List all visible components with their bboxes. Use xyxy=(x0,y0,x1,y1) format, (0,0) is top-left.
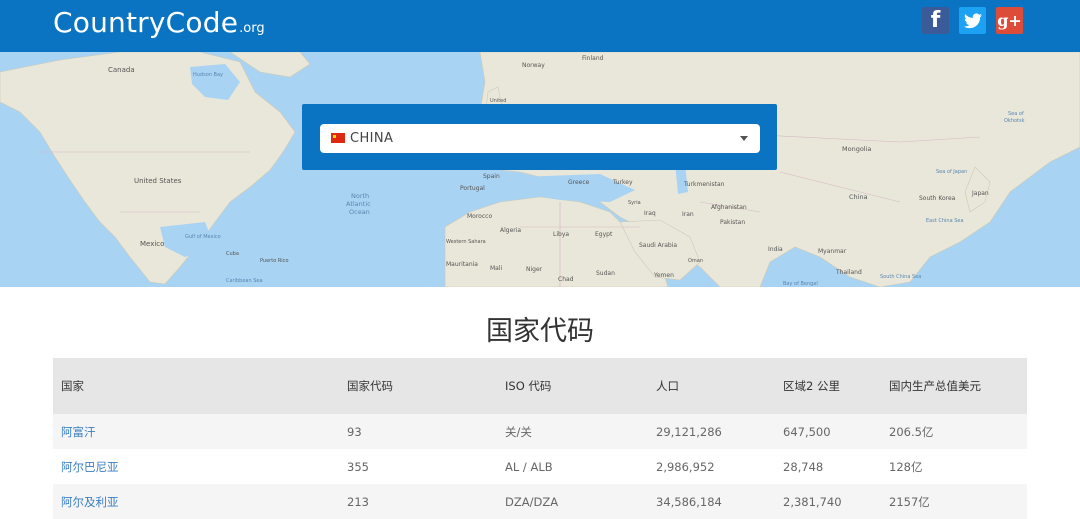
logo-suffix: .org xyxy=(239,21,265,36)
map-label-sea-of-okhotsk-2: Okhotsk xyxy=(1004,118,1025,124)
map-label-chad: Chad xyxy=(558,276,574,283)
map-label-algeria: Algeria xyxy=(500,227,521,234)
map-label-india: India xyxy=(768,246,783,253)
logo-text: CountryCode xyxy=(53,6,239,39)
country-link[interactable]: 阿尔巴尼亚 xyxy=(61,459,119,475)
map-label-myanmar: Myanmar xyxy=(818,248,847,255)
map-label-turkmenistan: Turkmenistan xyxy=(683,181,725,188)
map-label-north-atlantic-3: Ocean xyxy=(349,208,370,216)
map-label-turkey: Turkey xyxy=(612,179,633,186)
map-label-afghanistan: Afghanistan xyxy=(711,204,747,211)
population-cell: 2,986,952 xyxy=(656,459,715,474)
map-label-south-korea: South Korea xyxy=(919,195,956,202)
map-label-sea-of-japan: Sea of Japan xyxy=(936,169,967,175)
gdp-cell: 128亿 xyxy=(889,459,923,474)
country-code-cell: 213 xyxy=(347,494,369,509)
country-code-table: 国家 国家代码 ISO 代码 人口 区域2 公里 国内生产总值美元 阿富汗 93… xyxy=(53,358,1027,519)
map-label-north-atlantic-1: North xyxy=(351,192,369,200)
iso-code-cell: AL / ALB xyxy=(505,459,553,474)
table-row: 阿富汗 93 关/关 29,121,286 647,500 206.5亿 xyxy=(53,414,1027,449)
map-label-norway: Norway xyxy=(522,62,545,69)
north-america-land xyxy=(0,52,296,285)
country-select[interactable]: CHINA xyxy=(320,124,760,153)
iso-code-cell: DZA/DZA xyxy=(505,494,559,509)
twitter-icon[interactable] xyxy=(959,7,986,34)
map-label-yemen: Yemen xyxy=(653,272,674,279)
column-header-area[interactable]: 区域2 公里 xyxy=(783,378,840,394)
page-title: 国家代码 xyxy=(486,316,594,347)
map-label-pakistan: Pakistan xyxy=(720,219,745,226)
column-header-country-code[interactable]: 国家代码 xyxy=(347,378,393,394)
google-plus-icon[interactable]: g+ xyxy=(996,7,1023,34)
population-cell: 29,121,286 xyxy=(656,424,722,439)
map-label-oman: Oman xyxy=(688,258,703,264)
country-code-cell: 93 xyxy=(347,424,362,439)
map-label-greece: Greece xyxy=(568,179,590,186)
area-cell: 2,381,740 xyxy=(783,494,842,509)
map-label-iran: Iran xyxy=(682,211,694,218)
map-label-thailand: Thailand xyxy=(835,269,862,276)
column-header-gdp[interactable]: 国内生产总值美元 xyxy=(889,378,981,394)
map-label-sea-of-okhotsk-1: Sea of xyxy=(1008,111,1024,117)
column-header-iso-code[interactable]: ISO 代码 xyxy=(505,378,551,394)
gdp-cell: 2157亿 xyxy=(889,494,930,509)
area-cell: 28,748 xyxy=(783,459,824,474)
column-header-population[interactable]: 人口 xyxy=(656,378,679,394)
map-label-niger: Niger xyxy=(526,266,543,273)
map-label-iraq: Iraq xyxy=(644,210,656,217)
column-header-country[interactable]: 国家 xyxy=(61,378,84,394)
facebook-icon[interactable]: f xyxy=(922,7,949,34)
map-label-saudi-arabia: Saudi Arabia xyxy=(639,242,677,249)
map-label-north-atlantic-2: Atlantic xyxy=(346,200,371,208)
map-label-united-states: United States xyxy=(134,177,182,185)
map-label-china: China xyxy=(849,193,868,201)
country-link[interactable]: 阿富汗 xyxy=(61,424,96,440)
map-label-syria: Syria xyxy=(628,200,641,206)
map-label-gulf-of-mexico: Gulf of Mexico xyxy=(185,234,221,240)
map-label-portugal: Portugal xyxy=(460,185,485,192)
chevron-down-icon[interactable] xyxy=(740,136,748,141)
map-label-south-china-sea: South China Sea xyxy=(880,274,921,280)
map-label-hudson-bay: Hudson Bay xyxy=(193,72,223,78)
country-search-panel: CHINA xyxy=(302,104,777,170)
map-label-east-china-sea: East China Sea xyxy=(926,218,964,224)
population-cell: 34,586,184 xyxy=(656,494,722,509)
table-header-row: 国家 国家代码 ISO 代码 人口 区域2 公里 国内生产总值美元 xyxy=(53,358,1027,414)
china-flag-icon xyxy=(331,133,345,143)
site-logo[interactable]: CountryCode.org xyxy=(53,6,265,39)
gdp-cell: 206.5亿 xyxy=(889,424,934,439)
iso-code-cell: 关/关 xyxy=(505,424,532,439)
map-label-caribbean-sea: Caribbean Sea xyxy=(226,278,263,284)
map-label-canada: Canada xyxy=(108,66,135,74)
table-row: 阿尔巴尼亚 355 AL / ALB 2,986,952 28,748 128亿 xyxy=(53,449,1027,484)
area-cell: 647,500 xyxy=(783,424,831,439)
map-label-sudan: Sudan xyxy=(596,270,615,277)
map-label-mongolia: Mongolia xyxy=(842,145,871,153)
map-label-egypt: Egypt xyxy=(595,231,613,238)
map-label-mauritania: Mauritania xyxy=(446,261,478,268)
map-label-mexico: Mexico xyxy=(140,240,164,248)
table-row: 阿尔及利亚 213 DZA/DZA 34,586,184 2,381,740 2… xyxy=(53,484,1027,519)
country-code-cell: 355 xyxy=(347,459,369,474)
map-label-morocco: Morocco xyxy=(467,213,492,220)
map-label-libya: Libya xyxy=(553,231,569,238)
selected-country: CHINA xyxy=(350,131,394,146)
map-label-cuba: Cuba xyxy=(226,251,239,257)
country-link[interactable]: 阿尔及利亚 xyxy=(61,494,119,510)
map-label-puerto-rico: Puerto Rico xyxy=(260,258,289,264)
map-label-japan: Japan xyxy=(971,190,989,197)
map-label-mali: Mali xyxy=(490,265,503,272)
map-label-bay-of-bengal: Bay of Bengal xyxy=(783,281,818,287)
map-label-western-sahara: Western Sahara xyxy=(446,239,486,245)
map-label-finland: Finland xyxy=(582,55,604,62)
top-header-bar: CountryCode.org f g+ xyxy=(0,0,1080,52)
map-label-spain: Spain xyxy=(483,173,500,180)
